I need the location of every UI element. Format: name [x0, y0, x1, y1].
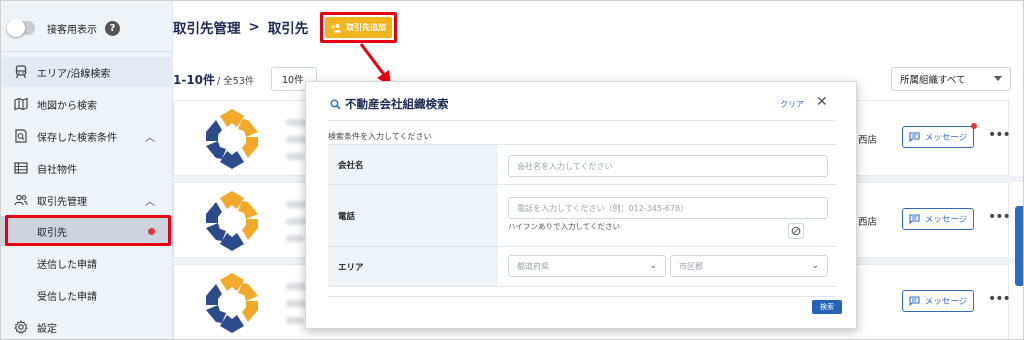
prefecture-placeholder: 都道府県 — [517, 261, 549, 271]
train-icon — [13, 65, 29, 79]
search-button[interactable]: 検索 — [812, 300, 842, 314]
city-select[interactable]: 市区郡 ⌄ — [670, 255, 828, 277]
search-icon — [330, 99, 341, 110]
sidebar-item-sent-requests[interactable]: 送信した申請 — [1, 248, 173, 278]
prefecture-select[interactable]: 都道府県 ⌄ — [508, 255, 666, 277]
more-icon[interactable]: ••• — [988, 127, 1011, 143]
sidebar-item-settings[interactable]: 設定 — [1, 312, 173, 339]
more-icon[interactable]: ••• — [988, 291, 1011, 307]
customer-view-toggle-row: 接客用表示 ? — [7, 17, 120, 39]
sidebar-item-label: 自社物件 — [37, 164, 77, 176]
organization-filter-value: 所属組織すべて — [900, 75, 966, 86]
block-icon[interactable] — [788, 223, 804, 239]
saved-search-icon — [13, 129, 29, 143]
sidebar-item-label: 地図から検索 — [37, 100, 97, 112]
form-row-area: エリア 都道府県 ⌄ 市区郡 ⌄ — [328, 247, 836, 287]
message-button[interactable]: メッセージ — [902, 123, 977, 148]
clear-link[interactable]: クリア — [780, 99, 804, 110]
area-label: エリア — [328, 247, 498, 286]
sidebar-item-saved-searches[interactable]: 保存した検索条件 ︿ — [1, 121, 173, 151]
result-total: / 全53件 — [217, 76, 255, 87]
company-logo — [206, 109, 258, 169]
message-icon — [909, 296, 920, 306]
sidebar-item-map-search[interactable]: 地図から検索 — [1, 89, 173, 119]
customer-view-label: 接客用表示 — [47, 24, 97, 36]
sidebar-item-label: エリア/沿線検索 — [37, 68, 111, 80]
chevron-up-icon[interactable]: ︿ — [145, 193, 155, 208]
add-partner-label: 取引先追加 — [346, 23, 386, 32]
form-row-company: 会社名 会社名を入力してください — [328, 145, 836, 185]
caret-down-icon — [994, 76, 1002, 81]
sidebar-item-label: 保存した検索条件 — [37, 132, 117, 144]
message-button[interactable]: メッセージ — [902, 290, 974, 312]
breadcrumb-parent[interactable]: 取引先管理 — [173, 17, 241, 37]
form-row-phone: 電話 電話を入力してください（例：012-345-678） ハイフンありで入力し… — [328, 185, 836, 247]
sidebar-item-own-properties[interactable]: 自社物件 — [1, 153, 173, 183]
annotation-highlight-add-button: 取引先追加 — [320, 12, 397, 43]
branch-name: 西店 — [858, 135, 878, 146]
city-placeholder: 市区郡 — [679, 261, 703, 271]
add-partner-button[interactable]: 取引先追加 — [325, 17, 392, 38]
org-search-modal: 不動産会社組織検索 クリア ✕ 検索条件を入力してください 会社名 会社名を入力… — [305, 81, 857, 329]
sidebar-item-label: 取引先管理 — [37, 196, 87, 208]
company-logo — [206, 191, 258, 251]
company-label: 会社名 — [328, 145, 498, 184]
message-button[interactable]: メッセージ — [902, 208, 974, 230]
chevron-down-icon: ⌄ — [649, 261, 657, 271]
more-icon[interactable]: ••• — [988, 209, 1011, 225]
close-icon[interactable]: ✕ — [816, 94, 828, 110]
breadcrumb-current: 取引先 — [267, 21, 309, 37]
sidebar-item-received-requests[interactable]: 受信した申請 — [1, 280, 173, 310]
phone-input[interactable]: 電話を入力してください（例：012-345-678） — [508, 197, 828, 219]
modal-footer-divider — [328, 296, 836, 297]
gear-icon — [13, 320, 29, 334]
message-label: メッセージ — [924, 133, 968, 143]
modal-title-text: 不動産会社組織検索 — [345, 97, 449, 111]
sidebar-divider — [1, 51, 173, 52]
search-form: 会社名 会社名を入力してください 電話 電話を入力してください（例：012-34… — [328, 144, 836, 296]
sidebar-item-label: 設定 — [37, 323, 57, 335]
side-feedback-tab[interactable] — [1015, 206, 1023, 286]
add-user-icon — [331, 23, 342, 33]
company-logo — [206, 273, 258, 333]
list-icon — [13, 161, 29, 175]
chevron-up-icon[interactable]: ︿ — [145, 129, 155, 144]
help-icon[interactable]: ? — [105, 20, 120, 36]
sidebar-item-area-search[interactable]: エリア/沿線検索 — [1, 57, 173, 87]
sidebar: 接客用表示 ? エリア/沿線検索 地図から検索 保存した検索条件 ︿ 自社物件 … — [1, 1, 173, 339]
customer-view-toggle[interactable] — [7, 19, 35, 37]
phone-hint: ハイフンありで入力してください — [508, 222, 621, 231]
modal-divider — [328, 120, 836, 121]
sidebar-item-label: 送信した申請 — [37, 259, 97, 271]
message-label: メッセージ — [924, 297, 968, 307]
phone-label: 電話 — [328, 185, 498, 246]
modal-title: 不動産会社組織検索 — [330, 96, 449, 112]
sidebar-item-label: 受信した申請 — [37, 291, 97, 303]
sidebar-item-partner-management[interactable]: 取引先管理 ︿ — [1, 185, 173, 215]
message-icon — [909, 132, 920, 142]
breadcrumb: 取引先管理 > 取引先 — [173, 17, 308, 37]
branch-name: 西店 — [858, 217, 878, 228]
modal-instructions: 検索条件を入力してください — [328, 132, 432, 141]
company-name-input[interactable]: 会社名を入力してください — [508, 155, 828, 177]
organization-filter-select[interactable]: 所属組織すべて — [891, 67, 1011, 91]
annotation-highlight-sidebar — [5, 215, 171, 246]
result-range: 1-10件 — [173, 73, 216, 87]
result-count: 1-10件 / 全53件 — [173, 71, 254, 88]
message-icon — [909, 214, 920, 224]
people-icon — [13, 193, 29, 207]
unread-dot — [971, 123, 977, 129]
message-label: メッセージ — [924, 215, 968, 225]
map-icon — [13, 97, 29, 111]
app-window: 接客用表示 ? エリア/沿線検索 地図から検索 保存した検索条件 ︿ 自社物件 … — [0, 0, 1024, 340]
breadcrumb-separator: > — [248, 19, 260, 35]
chevron-down-icon: ⌄ — [811, 261, 819, 271]
